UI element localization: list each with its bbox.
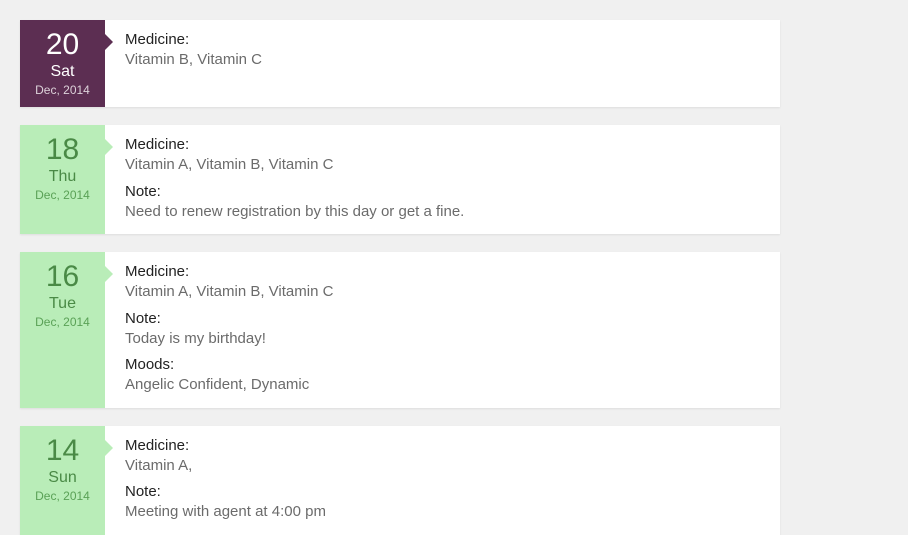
timeline-entry[interactable]: 20 Sat Dec, 2014 Medicine: Vitamin B, Vi… xyxy=(20,20,780,107)
moods-label: Moods: xyxy=(125,355,764,375)
entry-content: Medicine: Vitamin A, Vitamin B, Vitamin … xyxy=(105,125,780,234)
date-badge: 14 Sun Dec, 2014 xyxy=(20,426,105,535)
medicine-label: Medicine: xyxy=(125,262,764,282)
entry-content: Medicine: Vitamin B, Vitamin C xyxy=(105,20,780,107)
medicine-label: Medicine: xyxy=(125,436,764,456)
note-value: Today is my birthday! xyxy=(125,329,764,349)
medicine-value: Vitamin A, Vitamin B, Vitamin C xyxy=(125,282,764,302)
date-day: 14 xyxy=(24,434,101,467)
timeline: 20 Sat Dec, 2014 Medicine: Vitamin B, Vi… xyxy=(20,20,780,535)
timeline-entry[interactable]: 16 Tue Dec, 2014 Medicine: Vitamin A, Vi… xyxy=(20,252,780,408)
medicine-label: Medicine: xyxy=(125,30,764,50)
date-month: Dec, 2014 xyxy=(24,315,101,329)
medicine-value: Vitamin A, Vitamin B, Vitamin C xyxy=(125,155,764,175)
date-month: Dec, 2014 xyxy=(24,489,101,503)
date-badge: 20 Sat Dec, 2014 xyxy=(20,20,105,107)
medicine-value: Vitamin A, xyxy=(125,456,764,476)
note-label: Note: xyxy=(125,482,764,502)
date-dow: Thu xyxy=(24,168,101,186)
medicine-label: Medicine: xyxy=(125,135,764,155)
date-badge: 18 Thu Dec, 2014 xyxy=(20,125,105,234)
timeline-entry[interactable]: 18 Thu Dec, 2014 Medicine: Vitamin A, Vi… xyxy=(20,125,780,234)
date-dow: Tue xyxy=(24,295,101,313)
date-dow: Sun xyxy=(24,469,101,487)
note-value: Need to renew registration by this day o… xyxy=(125,202,764,222)
timeline-entry[interactable]: 14 Sun Dec, 2014 Medicine: Vitamin A, No… xyxy=(20,426,780,535)
date-month: Dec, 2014 xyxy=(24,188,101,202)
entry-content: Medicine: Vitamin A, Note: Meeting with … xyxy=(105,426,780,535)
note-label: Note: xyxy=(125,182,764,202)
date-day: 18 xyxy=(24,133,101,166)
date-dow: Sat xyxy=(24,63,101,81)
note-label: Note: xyxy=(125,309,764,329)
date-day: 16 xyxy=(24,260,101,293)
note-value: Meeting with agent at 4:00 pm xyxy=(125,502,764,522)
moods-value: Angelic Confident, Dynamic xyxy=(125,375,764,395)
entry-content: Medicine: Vitamin A, Vitamin B, Vitamin … xyxy=(105,252,780,408)
date-day: 20 xyxy=(24,28,101,61)
date-month: Dec, 2014 xyxy=(24,83,101,97)
date-badge: 16 Tue Dec, 2014 xyxy=(20,252,105,408)
medicine-value: Vitamin B, Vitamin C xyxy=(125,50,764,70)
